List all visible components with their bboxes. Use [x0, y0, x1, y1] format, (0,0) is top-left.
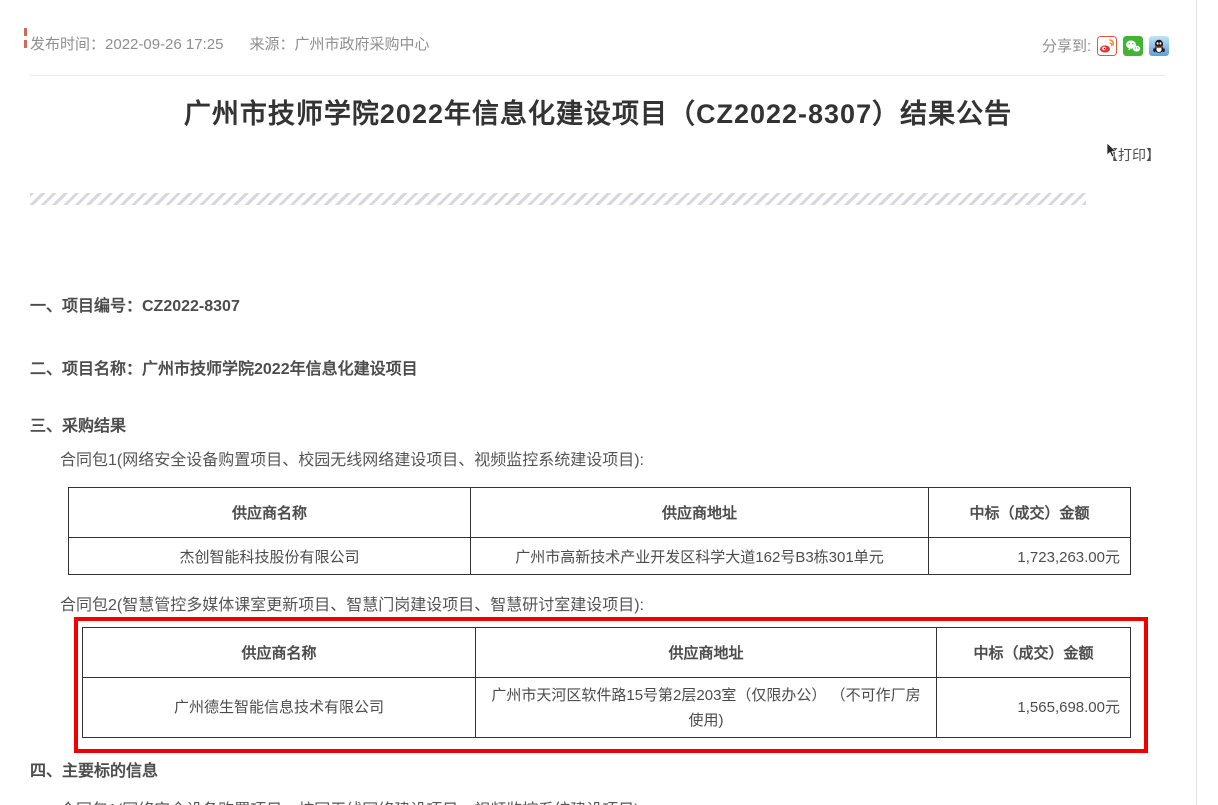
- clipped-package-label: 合同包1(网络安全设备购置项目、校园无线网络建设项目、视频监控系统建设项目):: [60, 796, 644, 805]
- weibo-share-icon[interactable]: [1097, 36, 1117, 56]
- supplier-name-cell: 杰创智能科技股份有限公司: [69, 538, 471, 575]
- col-header-supplier-address: 供应商地址: [471, 488, 929, 538]
- package2-result-table: 供应商名称 供应商地址 中标（成交）金额 广州德生智能信息技术有限公司 广州市天…: [82, 627, 1131, 738]
- publish-time: 发布时间：2022-09-26 17:25: [30, 33, 223, 54]
- red-annotation-mark: [24, 28, 27, 36]
- col-header-supplier-name: 供应商名称: [69, 488, 471, 538]
- share-label: 分享到:: [1042, 35, 1091, 56]
- page-right-divider: [1196, 0, 1197, 805]
- publish-time-value: 2022-09-26 17:25: [105, 36, 223, 53]
- col-header-supplier-address: 供应商地址: [476, 628, 937, 678]
- publish-time-label: 发布时间：: [30, 36, 105, 53]
- table-row: 广州德生智能信息技术有限公司 广州市天河区软件路15号第2层203室（仅限办公）…: [83, 678, 1131, 738]
- announcement-page: 发布时间：2022-09-26 17:25 来源：广州市政府采购中心 分享到:: [0, 0, 1218, 805]
- red-highlight-box: 供应商名称 供应商地址 中标（成交）金额 广州德生智能信息技术有限公司 广州市天…: [74, 617, 1148, 753]
- table-row: 杰创智能科技股份有限公司 广州市高新技术产业开发区科学大道162号B3栋301单…: [69, 538, 1131, 575]
- award-amount-cell: 1,723,263.00元: [929, 538, 1131, 575]
- supplier-address-cell: 广州市天河区软件路15号第2层203室（仅限办公） （不可作厂房使用): [476, 678, 937, 738]
- source-value: 广州市政府采购中心: [294, 36, 429, 53]
- col-header-award-amount: 中标（成交）金额: [937, 628, 1131, 678]
- table-header-row: 供应商名称 供应商地址 中标（成交）金额: [69, 488, 1131, 538]
- meta-bar-divider: [30, 75, 1166, 76]
- supplier-address-cell: 广州市高新技术产业开发区科学大道162号B3栋301单元: [471, 538, 929, 575]
- award-amount-cell: 1,565,698.00元: [937, 678, 1131, 738]
- col-header-award-amount: 中标（成交）金额: [929, 488, 1131, 538]
- section-procurement-result: 三、采购结果: [30, 412, 126, 436]
- hatched-divider: [30, 193, 1086, 205]
- supplier-name-cell: 广州德生智能信息技术有限公司: [83, 678, 476, 738]
- meta-bar: 发布时间：2022-09-26 17:25 来源：广州市政府采购中心: [30, 33, 429, 54]
- table-header-row: 供应商名称 供应商地址 中标（成交）金额: [83, 628, 1131, 678]
- col-header-supplier-name: 供应商名称: [83, 628, 476, 678]
- page-title: 广州市技师学院2022年信息化建设项目（CZ2022-8307）结果公告: [0, 92, 1196, 131]
- package1-label: 合同包1(网络安全设备购置项目、校园无线网络建设项目、视频监控系统建设项目):: [60, 446, 644, 470]
- wechat-share-icon[interactable]: [1123, 36, 1143, 56]
- package2-label: 合同包2(智慧管控多媒体课室更新项目、智慧门岗建设项目、智慧研讨室建设项目):: [60, 591, 644, 615]
- mouse-cursor-icon: [1106, 143, 1117, 158]
- package1-result-table: 供应商名称 供应商地址 中标（成交）金额 杰创智能科技股份有限公司 广州市高新技…: [68, 487, 1131, 575]
- section-project-name: 二、项目名称：广州市技师学院2022年信息化建设项目: [30, 355, 418, 379]
- source-label: 来源：: [249, 36, 294, 53]
- qq-share-icon[interactable]: [1149, 36, 1169, 56]
- red-annotation-mark: [24, 40, 27, 48]
- share-bar: 分享到:: [1042, 35, 1169, 56]
- source: 来源：广州市政府采购中心: [249, 33, 429, 54]
- section-project-number: 一、项目编号：CZ2022-8307: [30, 292, 240, 316]
- section-main-subject-info: 四、主要标的信息: [30, 757, 158, 781]
